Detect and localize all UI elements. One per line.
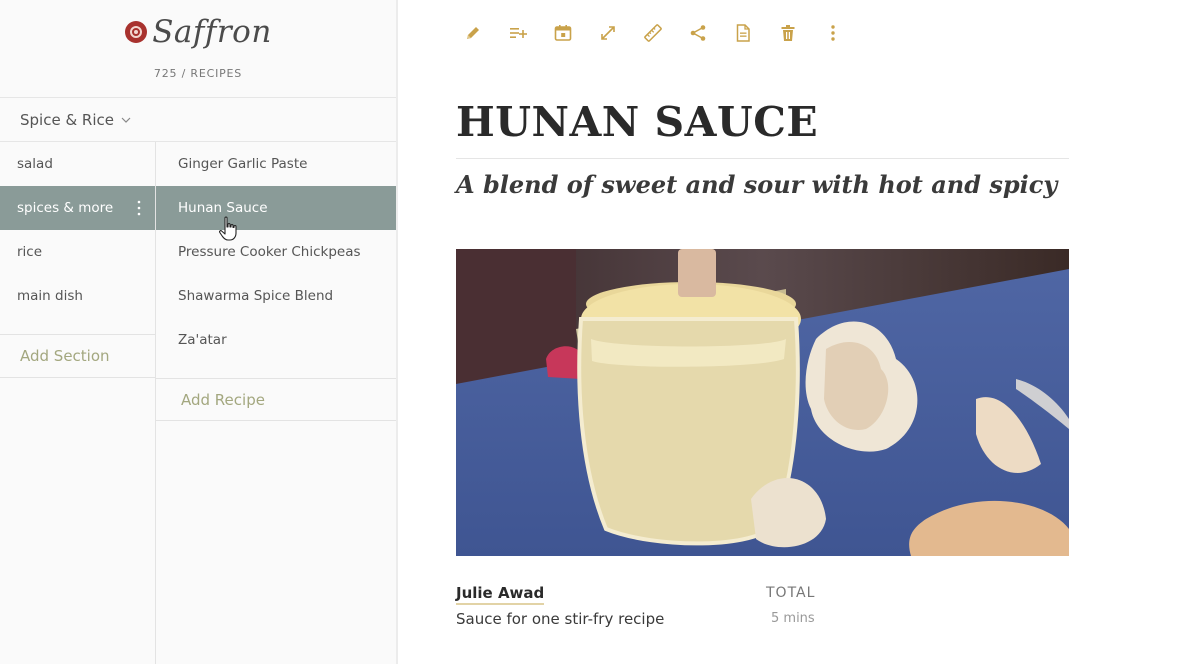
add-section-button[interactable]: Add Section (0, 335, 155, 378)
brand-header: Saffron 725 / RECIPES (0, 0, 396, 98)
section-menu-icon[interactable] (137, 199, 141, 217)
document-icon (736, 24, 750, 42)
recipe-toolbar (450, 18, 855, 48)
more-vertical-icon (830, 25, 835, 41)
section-item-salad[interactable]: salad (0, 142, 155, 186)
trash-icon (781, 25, 794, 41)
expand-icon (600, 26, 615, 40)
recipe-count: 725 / RECIPES (153, 67, 243, 80)
app-logo[interactable]: Saffron (0, 12, 396, 52)
recipe-description: Sauce for one stir-fry recipe (456, 610, 665, 628)
saffron-logo-icon (125, 21, 148, 43)
scale-button[interactable] (630, 18, 675, 48)
recipe-item-label: Ginger Garlic Paste (178, 156, 308, 172)
recipe-subtitle: A blend of sweet and sour with hot and s… (456, 170, 1058, 199)
recipe-photo (456, 249, 1069, 556)
recipe-item-label: Shawarma Spice Blend (178, 288, 334, 304)
share-icon (690, 25, 705, 41)
recipe-item-shawarma-spice-blend[interactable]: Shawarma Spice Blend (156, 274, 396, 318)
recipe-title: HUNAN SAUCE (456, 98, 819, 146)
recipe-item-label: Za'atar (178, 332, 227, 348)
edit-button[interactable] (450, 18, 495, 48)
section-item-label: salad (17, 156, 53, 172)
fullscreen-button[interactable] (585, 18, 630, 48)
section-item-label: main dish (17, 288, 83, 304)
schedule-button[interactable] (540, 18, 585, 48)
section-item-spices-more[interactable]: spices & more (0, 186, 155, 230)
add-recipe-button[interactable]: Add Recipe (156, 379, 396, 421)
recipe-item-ginger-garlic-paste[interactable]: Ginger Garlic Paste (156, 142, 396, 186)
add-to-list-icon (509, 28, 527, 38)
document-button[interactable] (720, 18, 765, 48)
hand-cursor-icon (219, 216, 237, 241)
recipe-item-zaatar[interactable]: Za'atar (156, 318, 396, 362)
recipe-item-label: Hunan Sauce (178, 200, 268, 216)
app-name: Saffron (152, 14, 272, 50)
calendar-icon (554, 25, 571, 41)
chevron-down-icon (121, 117, 131, 123)
category-dropdown-label: Spice & Rice (20, 110, 114, 129)
category-dropdown[interactable]: Spice & Rice (0, 98, 396, 142)
section-item-label: rice (17, 244, 43, 260)
add-to-list-button[interactable] (495, 18, 540, 48)
edit-icon (466, 27, 479, 39)
more-options-button[interactable] (810, 18, 855, 48)
recipe-list: Ginger Garlic Paste Hunan Sauce Pressure… (156, 142, 396, 362)
recipe-author-link[interactable]: Julie Awad (456, 584, 545, 605)
divider (456, 158, 1069, 159)
delete-button[interactable] (765, 18, 810, 48)
sidebar: Saffron 725 / RECIPES Spice & Rice salad… (0, 0, 398, 664)
section-item-rice[interactable]: rice (0, 230, 155, 274)
recipe-item-hunan-sauce[interactable]: Hunan Sauce (156, 186, 396, 230)
section-item-label: spices & more (17, 200, 114, 216)
section-item-main-dish[interactable]: main dish (0, 274, 155, 318)
total-time-label: TOTAL (766, 585, 816, 601)
section-list: salad spices & more rice main dish (0, 142, 155, 318)
total-time-value: 5 mins (771, 611, 815, 626)
recipe-item-pressure-cooker-chickpeas[interactable]: Pressure Cooker Chickpeas (156, 230, 396, 274)
ruler-icon (643, 24, 662, 42)
share-button[interactable] (675, 18, 720, 48)
garlic-paste-jar-image (456, 249, 1069, 556)
recipe-item-label: Pressure Cooker Chickpeas (178, 244, 361, 260)
